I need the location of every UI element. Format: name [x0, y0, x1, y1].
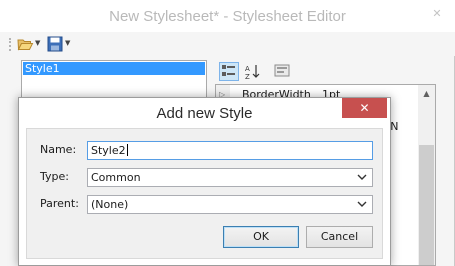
name-input[interactable]: Style2: [87, 141, 373, 160]
type-select[interactable]: Common: [87, 168, 373, 187]
open-dropdown-chevron-icon[interactable]: ▼: [35, 38, 40, 48]
property-grid-scrollbar[interactable]: ▲: [418, 85, 435, 265]
chevron-down-icon: [356, 169, 368, 186]
parent-select-value: (None): [91, 198, 129, 211]
add-new-style-dialog: Add new Style ✕ Name: Style2 Type: Commo…: [18, 97, 391, 266]
ok-button[interactable]: OK: [223, 226, 299, 248]
close-icon: ✕: [359, 101, 370, 115]
parent-label: Parent:: [40, 197, 79, 210]
name-input-value: Style2: [91, 144, 126, 157]
scroll-up-icon[interactable]: ▲: [418, 85, 435, 102]
dialog-title: Add new Style: [156, 105, 253, 122]
dialog-body: Name: Style2 Type: Common Parent: (None)…: [26, 128, 383, 259]
cancel-button[interactable]: Cancel: [306, 226, 373, 248]
toolbar-grip: [9, 38, 13, 51]
editor-toolbar: ▼ ▼: [0, 32, 455, 56]
categorized-view-icon[interactable]: [219, 62, 239, 81]
property-grid-toolbar: A Z: [215, 60, 440, 84]
sort-az-icon[interactable]: A Z: [242, 62, 262, 81]
save-dropdown-chevron-icon[interactable]: ▼: [65, 38, 70, 48]
chevron-down-icon: [356, 196, 368, 213]
property-pages-icon[interactable]: [273, 62, 293, 81]
type-select-value: Common: [91, 171, 141, 184]
editor-close-icon[interactable]: ✕: [431, 8, 443, 20]
editor-title: New Stylesheet* - Stylesheet Editor: [0, 0, 455, 32]
dialog-titlebar: Add new Style ✕: [19, 98, 390, 128]
save-disk-icon[interactable]: [47, 36, 63, 52]
svg-text:A: A: [245, 65, 250, 73]
type-label: Type:: [40, 170, 69, 183]
text-caret: [126, 144, 128, 156]
name-label: Name:: [40, 143, 77, 156]
open-folder-icon[interactable]: [17, 36, 34, 52]
parent-select[interactable]: (None): [87, 195, 373, 214]
style-list-item[interactable]: Style1: [23, 62, 205, 75]
svg-text:Z: Z: [245, 73, 250, 81]
scrollbar-thumb[interactable]: [419, 145, 434, 265]
dialog-close-button[interactable]: ✕: [342, 98, 387, 118]
